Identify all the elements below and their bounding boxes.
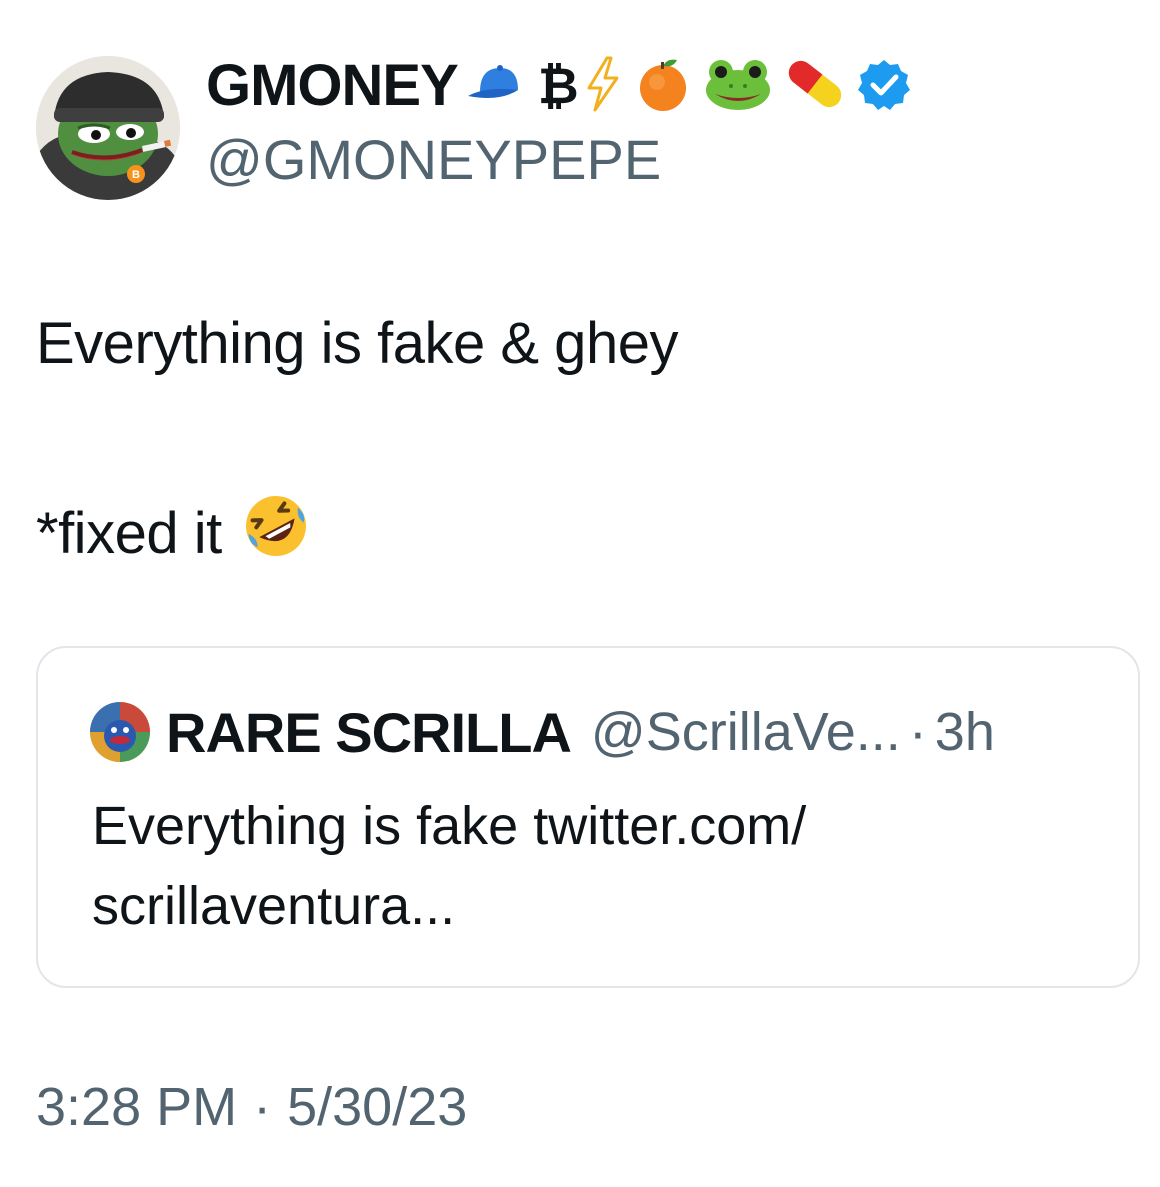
author-display-name[interactable]: GMONEY	[206, 56, 459, 116]
quoted-author-handle[interactable]: @ScrillaVe...	[591, 701, 901, 763]
bitcoin-sign: ₿	[537, 58, 579, 114]
quoted-author-display-name[interactable]: RARE SCRILLA	[166, 700, 572, 765]
quoted-text-line-1: Everything is fake twitter.com/	[92, 796, 807, 856]
author-name-emojis: ₿	[466, 54, 921, 119]
orange-icon	[633, 54, 693, 119]
author-name-row[interactable]: GMONEY ₿	[206, 56, 921, 116]
verified-badge-icon	[857, 57, 911, 116]
tweet-text-line-2-row: *fixed it	[36, 492, 310, 574]
tweet-text-line-1: Everything is fake & ghey	[36, 311, 678, 376]
author-avatar[interactable]: B	[36, 56, 180, 200]
author-handle[interactable]: @GMONEYPEPE	[206, 128, 661, 192]
frog-icon	[703, 56, 773, 117]
tweet-time: 3:28 PM	[36, 1077, 238, 1137]
lightning-icon	[583, 56, 623, 117]
rolling-on-floor-laughing-icon	[242, 492, 310, 574]
quoted-separator-dot: ·	[908, 702, 927, 762]
svg-text:B: B	[132, 169, 140, 181]
tweet-text-line-2: *fixed it	[36, 500, 222, 566]
tweet-header: B GMONEY ₿ @GMONEYPEPE	[36, 56, 1136, 206]
quoted-tweet-card[interactable]: RARE SCRILLA @ScrillaVe... · 3h Everythi…	[36, 646, 1140, 988]
tweet-timestamp[interactable]: 3:28 PM · 5/30/23	[36, 1076, 467, 1138]
quoted-tweet-text: Everything is fake twitter.com/ scrillav…	[92, 786, 1092, 946]
quoted-author-avatar[interactable]	[90, 702, 150, 762]
pepe-avatar-image: B	[36, 56, 180, 200]
tweet-date: 5/30/23	[287, 1077, 468, 1137]
quoted-text-line-2: scrillaventura...	[92, 876, 456, 936]
pill-icon	[783, 56, 847, 117]
timestamp-separator: ·	[253, 1077, 272, 1137]
quoted-tweet-time[interactable]: 3h	[935, 701, 995, 763]
blue-cap-icon	[466, 62, 528, 111]
quoted-tweet-header: RARE SCRILLA @ScrillaVe... · 3h	[90, 700, 995, 764]
